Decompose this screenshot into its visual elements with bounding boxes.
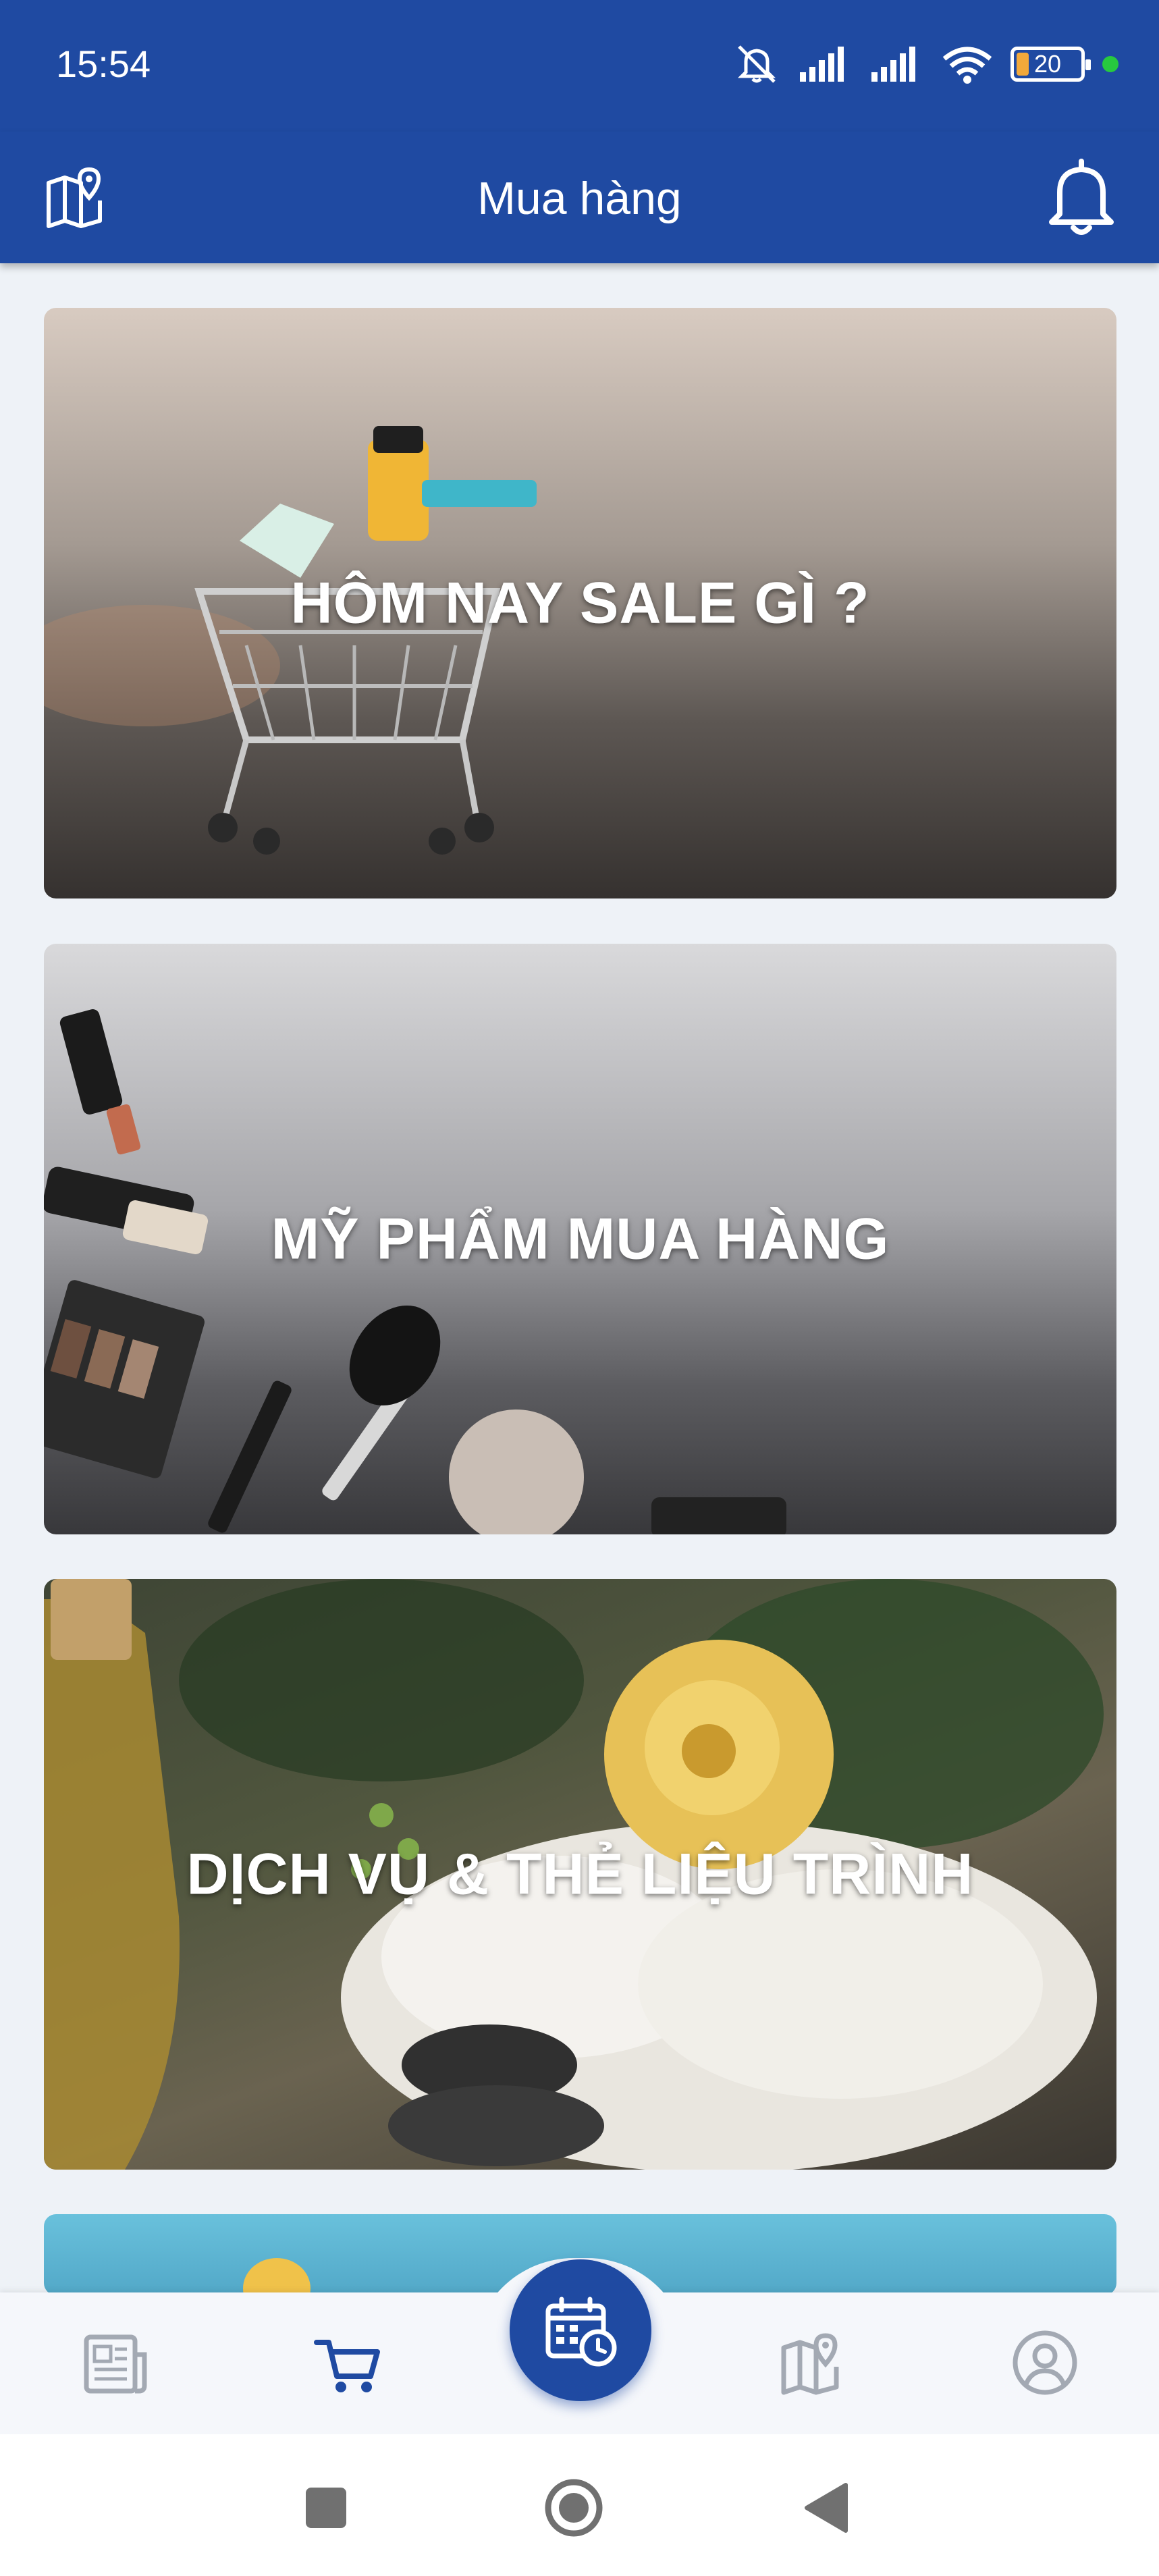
nav-profile[interactable] [1004,2322,1085,2403]
page-title: Mua hàng [477,173,682,224]
active-dot [1102,56,1118,72]
notifications-button[interactable] [1041,152,1122,240]
signal-icon [800,47,844,82]
calendar-clock-icon [545,2297,617,2367]
status-icons: 20 [732,41,1118,88]
battery-level: 20 [1033,50,1062,78]
booking-button[interactable] [510,2259,651,2401]
battery-icon: 20 [1010,47,1091,82]
app-bar: Mua hàng [0,132,1159,263]
nav-news[interactable] [74,2322,155,2403]
profile-icon [1013,2330,1077,2395]
status-bar: 15:54 20 [0,0,1159,132]
card-title: DỊCH VỤ & THẺ LIỆU TRÌNH [186,1842,974,1906]
signal-icon [871,47,915,82]
home-circle-icon [545,2479,603,2537]
nav-cart[interactable] [307,2322,388,2403]
home-button[interactable] [540,2474,608,2542]
card-title: HÔM NAY SALE GÌ ? [290,570,870,635]
recent-apps-button[interactable] [292,2474,360,2542]
nav-map[interactable] [773,2322,854,2403]
wifi-icon [942,47,992,84]
services-card[interactable]: DỊCH VỤ & THẺ LIỆU TRÌNH [44,1579,1116,2170]
map-pin-icon [781,2333,839,2395]
news-icon [84,2334,147,2394]
sale-today-card[interactable]: HÔM NAY SALE GÌ ? [44,308,1116,898]
cosmetics-card[interactable]: MỸ PHẨM MUA HÀNG [44,944,1116,1534]
bell-icon [1049,159,1114,235]
mute-icon [737,45,776,83]
status-time: 15:54 [56,43,151,85]
card-title: MỸ PHẨM MUA HÀNG [271,1206,890,1271]
cart-icon [314,2340,380,2392]
back-triangle-icon [805,2483,848,2533]
back-button[interactable] [793,2474,861,2542]
square-icon [306,2488,346,2528]
